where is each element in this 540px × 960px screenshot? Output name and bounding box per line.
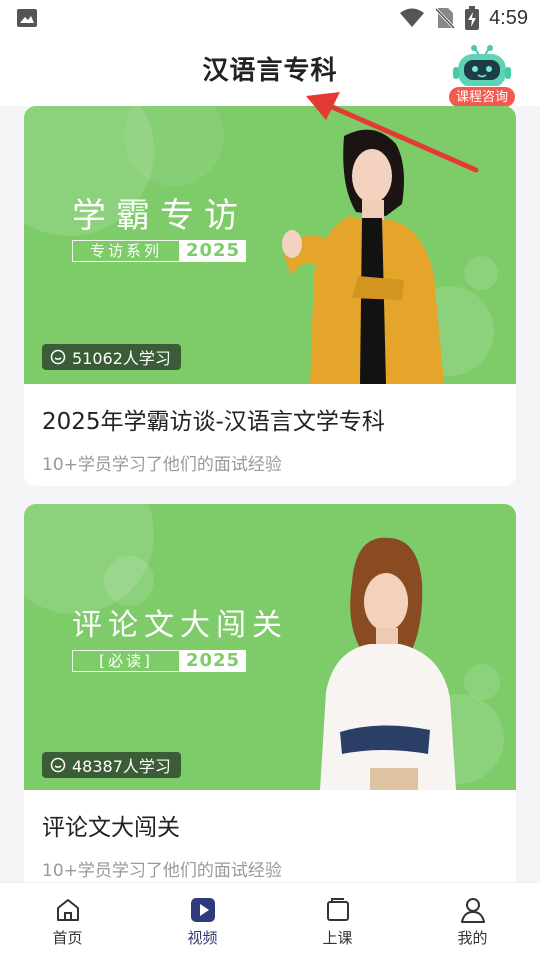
banner-series: 专访系列	[72, 240, 180, 262]
status-bar: 4:59	[0, 0, 540, 36]
class-icon	[326, 898, 349, 921]
course-banner: 评论文大闯关 [必读] 2025 48387人学习	[24, 504, 516, 790]
banner-subtitle: [必读] 2025	[72, 650, 246, 672]
banner-year: 2025	[180, 650, 246, 672]
consult-label: 课程咨询	[448, 86, 516, 108]
banner-title: 学霸专访	[72, 196, 248, 236]
gallery-icon	[17, 9, 37, 27]
bottom-tab-bar: 首页 视频 上课 我的	[0, 882, 540, 960]
no-sim-icon	[435, 7, 456, 29]
course-title[interactable]: 评论文大闯关	[42, 808, 498, 842]
course-consult-button[interactable]: 课程咨询	[448, 42, 516, 108]
tab-class[interactable]: 上课	[270, 883, 405, 960]
view-count-badge: 51062人学习	[42, 344, 181, 370]
banner-subtitle: 专访系列 2025	[72, 240, 246, 262]
banner-series: [必读]	[72, 650, 180, 672]
course-feed[interactable]: 学霸专访 专访系列 2025 51062人学习 2025年学霸访谈-汉语言文学专…	[0, 106, 540, 882]
presenter-photo	[320, 537, 456, 790]
status-time: 4:59	[489, 6, 528, 29]
home-icon	[56, 899, 79, 921]
banner-year: 2025	[180, 240, 246, 262]
banner-title: 评论文大闯关	[72, 608, 288, 643]
video-icon	[190, 898, 215, 922]
tab-home[interactable]: 首页	[0, 883, 135, 960]
wifi-icon	[400, 8, 425, 27]
profile-icon	[460, 898, 485, 923]
course-card[interactable]: 评论文大闯关 [必读] 2025 48387人学习 评论文大闯关 10+学员学习…	[24, 504, 516, 882]
presenter-photo	[282, 129, 444, 384]
course-card[interactable]: 学霸专访 专访系列 2025 51062人学习 2025年学霸访谈-汉语言文学专…	[24, 106, 516, 486]
course-banner: 学霸专访 专访系列 2025 51062人学习	[24, 106, 516, 384]
robot-mascot-icon	[453, 45, 511, 88]
tab-label: 上课	[322, 929, 353, 947]
course-desc: 10+学员学习了他们的面试经验	[42, 455, 282, 475]
tab-label: 首页	[52, 929, 83, 947]
course-title[interactable]: 2025年学霸访谈-汉语言文学专科	[42, 402, 498, 436]
tab-label: 视频	[187, 929, 218, 947]
view-count: 48387人学习	[72, 757, 171, 776]
eye-icon	[50, 757, 66, 773]
battery-charging-icon	[465, 6, 480, 30]
eye-icon	[50, 349, 66, 365]
view-count-badge: 48387人学习	[42, 752, 181, 778]
page-header: 汉语言专科 课程咨询	[0, 36, 540, 108]
view-count: 51062人学习	[72, 349, 171, 368]
tab-video[interactable]: 视频	[135, 883, 270, 960]
tab-profile[interactable]: 我的	[405, 883, 540, 960]
tab-label: 我的	[457, 929, 488, 947]
course-desc: 10+学员学习了他们的面试经验	[42, 861, 282, 881]
